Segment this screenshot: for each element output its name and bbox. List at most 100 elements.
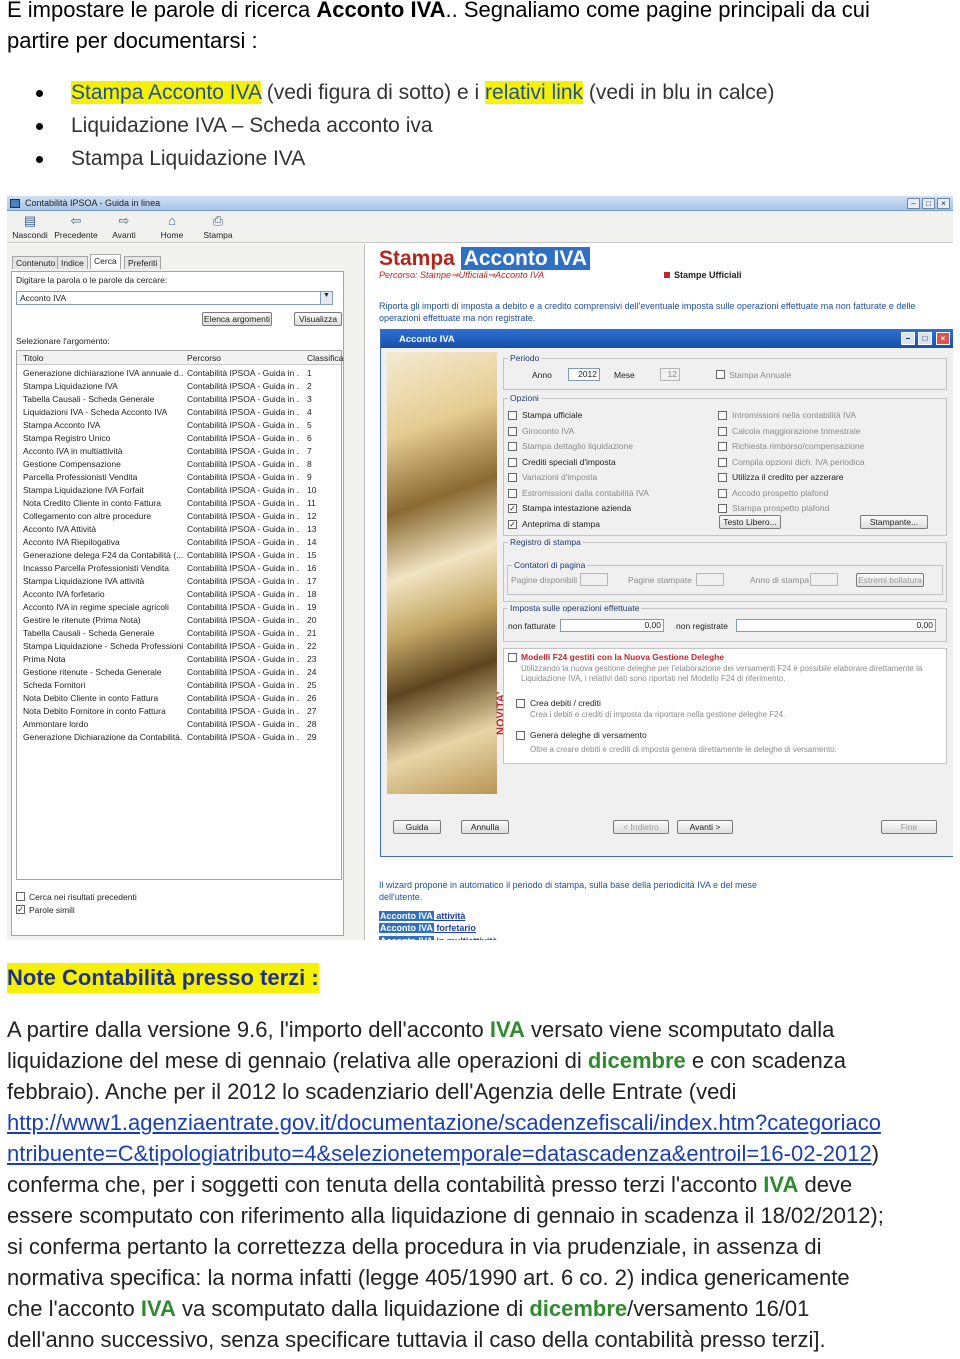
option-checkbox[interactable]: [718, 473, 727, 482]
result-row[interactable]: Gestire le ritenute (Prima Nota) Contabil…: [17, 614, 341, 627]
result-row[interactable]: Stampa Liquidazione - Scheda Professioni…: [17, 640, 341, 653]
result-row[interactable]: Stampa Acconto IVA Contabilità IPSOA - Gu…: [17, 419, 341, 432]
next-button[interactable]: Avanti >: [677, 820, 733, 834]
result-row[interactable]: Nota Debito Cliente in conto Fattura Cont…: [17, 692, 341, 705]
minimize-button[interactable]: –: [907, 198, 920, 209]
back-button[interactable]: ⇦ Precedente: [53, 214, 99, 241]
result-row[interactable]: Parcella Professionisti Vendita Contabili…: [17, 471, 341, 484]
result-row[interactable]: Acconto IVA Riepilogativa Contabilità IPS…: [17, 536, 341, 549]
option-checkbox[interactable]: [508, 411, 517, 420]
finish-button[interactable]: Fine: [881, 820, 937, 834]
result-row[interactable]: Prima Nota Contabilità IPSOA - Guida in .…: [17, 653, 341, 666]
column-path[interactable]: Percorso: [187, 353, 221, 363]
result-row[interactable]: Scheda Fornitori Contabilità IPSOA - Guid…: [17, 679, 341, 692]
acconto-iva-dialog: Acconto IVA – □ × NOVITA' Periodo Anno 2…: [380, 329, 953, 857]
tab-search[interactable]: Cerca: [90, 254, 121, 269]
available-pages-input[interactable]: [580, 573, 608, 586]
dialog-minimize-button[interactable]: –: [901, 332, 915, 345]
result-row[interactable]: Acconto IVA forfetario Contabilità IPSOA …: [17, 588, 341, 601]
forward-button[interactable]: ⇨ Avanti: [107, 214, 141, 241]
search-input[interactable]: Acconto IVA ▼: [16, 291, 333, 305]
agenzia-entrate-link-cont[interactable]: ntribuente=C&tipologiatributo=4&selezion…: [7, 1141, 872, 1166]
result-row[interactable]: Stampa Liquidazione IVA attività Contabil…: [17, 575, 341, 588]
option-label: Estromissioni dalla contabilità IVA: [522, 487, 649, 498]
option-checkbox[interactable]: [508, 442, 517, 451]
agenzia-entrate-link[interactable]: http://www1.agenziaentrate.gov.it/docume…: [7, 1107, 953, 1138]
result-row[interactable]: Acconto IVA Attività Contabilità IPSOA - …: [17, 523, 341, 536]
search-previous-checkbox[interactable]: [16, 892, 25, 901]
option-checkbox[interactable]: [508, 488, 517, 498]
result-row[interactable]: Stampa Registro Unico Contabilità IPSOA -…: [17, 432, 341, 445]
hide-button[interactable]: ▤ Nascondi: [11, 214, 49, 241]
free-text-button[interactable]: Testo Libero...: [719, 515, 781, 529]
option-checkbox[interactable]: ✓: [508, 519, 517, 529]
bullet-highlight-links[interactable]: relativi link: [485, 81, 584, 104]
month-input[interactable]: 12: [660, 368, 680, 381]
option-checkbox[interactable]: [718, 457, 727, 467]
result-row[interactable]: Generazione delega F24 da Contabilità (.…: [17, 549, 341, 562]
stamp-details-button[interactable]: Estremi bollatura: [856, 573, 924, 587]
chevron-down-icon[interactable]: ▼: [320, 292, 332, 304]
related-link[interactable]: Acconto IVA forfetario: [379, 923, 476, 934]
maximize-button[interactable]: □: [922, 198, 935, 209]
printer-button[interactable]: Stampante...: [860, 515, 928, 529]
list-topics-button[interactable]: Elenca argomenti: [202, 312, 272, 326]
result-row[interactable]: Ammontare lordo Contabilità IPSOA - Guida…: [17, 718, 341, 731]
not-registered-input[interactable]: 0,00: [736, 619, 936, 632]
similar-words-checkbox[interactable]: ✓: [16, 905, 25, 914]
related-link[interactable]: Acconto IVA attività: [379, 911, 465, 921]
tab-contents[interactable]: Contenuto: [12, 256, 60, 269]
related-link[interactable]: Acconto IVA in multiattività: [379, 935, 497, 940]
result-path: Contabilità IPSOA - Guida in ...: [187, 485, 299, 495]
result-row[interactable]: Nota Credito Cliente in conto Fattura Con…: [17, 497, 341, 510]
dialog-close-button[interactable]: ×: [936, 332, 950, 345]
result-row[interactable]: Liquidazioni IVA - Scheda Acconto IVA Con…: [17, 406, 341, 419]
result-path: Contabilità IPSOA - Guida in ...: [187, 511, 299, 521]
result-rank: 14: [307, 537, 317, 547]
result-row[interactable]: Gestione Compensazione Contabilità IPSOA …: [17, 458, 341, 471]
cancel-button[interactable]: Annulla: [461, 820, 509, 834]
column-rank[interactable]: Classifica: [307, 353, 343, 363]
result-row[interactable]: Stampa Liquidazione IVA Forfait Contabili…: [17, 484, 341, 497]
result-row[interactable]: Acconto IVA in regime speciale agricoli C…: [17, 601, 341, 614]
close-button[interactable]: ×: [937, 198, 950, 209]
option-checkbox[interactable]: [718, 504, 727, 513]
printed-pages-input[interactable]: [696, 573, 724, 586]
result-row[interactable]: Gestione ritenute - Scheda Generale Conta…: [17, 666, 341, 679]
result-row[interactable]: Stampa Liquidazione IVA Contabilità IPSOA…: [17, 380, 341, 393]
result-row[interactable]: Tabella Causali - Scheda Generale Contabi…: [17, 627, 341, 640]
create-debts-checkbox[interactable]: [516, 699, 525, 708]
bullet-highlight[interactable]: Stampa Acconto IVA: [71, 81, 261, 104]
annual-print-checkbox[interactable]: [716, 370, 725, 379]
year-input[interactable]: 2012: [568, 368, 600, 381]
result-title: Gestione Compensazione: [23, 459, 121, 469]
display-button[interactable]: Visualizza: [294, 312, 342, 326]
option-checkbox[interactable]: [718, 442, 727, 451]
tab-favorites[interactable]: Preferiti: [124, 256, 162, 269]
result-row[interactable]: Acconto IVA in multiattività Contabilità …: [17, 445, 341, 458]
column-title[interactable]: Titolo: [23, 353, 43, 363]
print-year-input[interactable]: [810, 573, 838, 586]
result-row[interactable]: Collegamento con altre procedure Contabil…: [17, 510, 341, 523]
help-button[interactable]: Guida: [393, 820, 441, 834]
back-wizard-button[interactable]: < Indietro: [613, 820, 669, 834]
generate-delegations-checkbox[interactable]: [516, 731, 525, 740]
option-checkbox[interactable]: [718, 426, 727, 436]
print-button[interactable]: ⎙ Stampa: [201, 214, 235, 241]
option-checkbox[interactable]: [718, 411, 727, 420]
result-row[interactable]: Generazione dichiarazione IVA annuale d.…: [17, 367, 341, 380]
result-row[interactable]: Nota Debito Fornitore in conto Fattura Co…: [17, 705, 341, 718]
option-checkbox[interactable]: [718, 488, 727, 498]
option-checkbox[interactable]: [508, 473, 517, 482]
tab-index[interactable]: Indice: [57, 256, 88, 269]
not-invoiced-input[interactable]: 0,00: [560, 619, 664, 632]
option-checkbox[interactable]: [508, 457, 517, 467]
option-checkbox[interactable]: ✓: [508, 504, 517, 513]
dialog-maximize-button[interactable]: □: [918, 332, 932, 345]
f24-checkbox[interactable]: [508, 653, 517, 662]
result-row[interactable]: Tabella Causali - Scheda Generale Contabi…: [17, 393, 341, 406]
option-checkbox[interactable]: [508, 426, 517, 436]
result-row[interactable]: Incasso Parcella Professionisti Vendita C…: [17, 562, 341, 575]
result-row[interactable]: Generazione Dichiarazione da Contabilità…: [17, 731, 341, 744]
home-button[interactable]: ⌂ Home: [157, 214, 187, 241]
